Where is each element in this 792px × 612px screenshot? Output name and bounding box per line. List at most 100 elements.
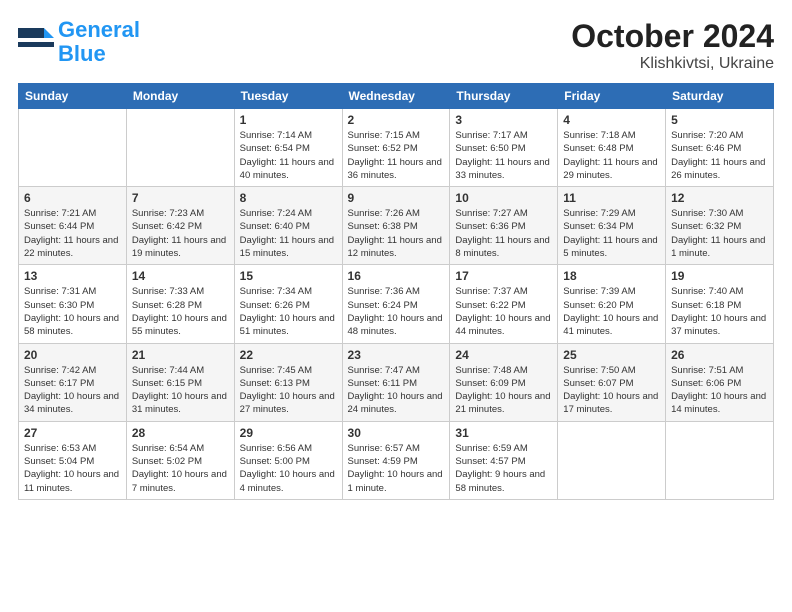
day-cell: 18Sunrise: 7:39 AMSunset: 6:20 PMDayligh… — [558, 265, 666, 343]
day-number: 1 — [240, 113, 337, 127]
day-info: Sunrise: 7:47 AMSunset: 6:11 PMDaylight:… — [348, 364, 445, 417]
day-number: 7 — [132, 191, 229, 205]
day-number: 12 — [671, 191, 768, 205]
month-title: October 2024 — [571, 18, 774, 55]
day-info: Sunrise: 7:17 AMSunset: 6:50 PMDaylight:… — [455, 129, 552, 182]
day-info: Sunrise: 7:42 AMSunset: 6:17 PMDaylight:… — [24, 364, 121, 417]
day-info: Sunrise: 7:39 AMSunset: 6:20 PMDaylight:… — [563, 285, 660, 338]
week-row-5: 27Sunrise: 6:53 AMSunset: 5:04 PMDayligh… — [19, 421, 774, 499]
week-row-1: 1Sunrise: 7:14 AMSunset: 6:54 PMDaylight… — [19, 109, 774, 187]
day-info: Sunrise: 7:21 AMSunset: 6:44 PMDaylight:… — [24, 207, 121, 260]
day-info: Sunrise: 7:23 AMSunset: 6:42 PMDaylight:… — [132, 207, 229, 260]
day-cell: 13 Sunrise: 7:31 AMSunset: 6:30 PMDayligh… — [19, 265, 127, 343]
day-cell: 10 Sunrise: 7:27 AMSunset: 6:36 PMDayligh… — [450, 187, 558, 265]
day-info: Sunrise: 7:29 AMSunset: 6:34 PMDaylight:… — [563, 207, 660, 260]
day-cell: 16 Sunrise: 7:36 AMSunset: 6:24 PMDayligh… — [342, 265, 450, 343]
weekday-tuesday: Tuesday — [234, 84, 342, 109]
day-number: 3 — [455, 113, 552, 127]
day-info: Sunrise: 7:30 AMSunset: 6:32 PMDaylight:… — [671, 207, 768, 260]
day-info: Sunrise: 7:44 AMSunset: 6:15 PMDaylight:… — [132, 364, 229, 417]
day-cell: 24 Sunrise: 7:48 AMSunset: 6:09 PMDayligh… — [450, 343, 558, 421]
day-cell: 5 Sunrise: 7:20 AMSunset: 6:46 PMDaylight… — [666, 109, 774, 187]
day-cell: 20 Sunrise: 7:42 AMSunset: 6:17 PMDayligh… — [19, 343, 127, 421]
day-info: Sunrise: 6:59 AMSunset: 4:57 PMDaylight:… — [455, 442, 552, 495]
weekday-wednesday: Wednesday — [342, 84, 450, 109]
weekday-header-row: SundayMondayTuesdayWednesdayThursdayFrid… — [19, 84, 774, 109]
day-info: Sunrise: 7:20 AMSunset: 6:46 PMDaylight:… — [671, 129, 768, 182]
day-info: Sunrise: 7:48 AMSunset: 6:09 PMDaylight:… — [455, 364, 552, 417]
day-info: Sunrise: 7:50 AMSunset: 6:07 PMDaylight:… — [563, 364, 660, 417]
day-info: Sunrise: 7:24 AMSunset: 6:40 PMDaylight:… — [240, 207, 337, 260]
day-cell — [126, 109, 234, 187]
day-number: 28 — [132, 426, 229, 440]
day-cell: 21 Sunrise: 7:44 AMSunset: 6:15 PMDayligh… — [126, 343, 234, 421]
day-cell: 1Sunrise: 7:14 AMSunset: 6:54 PMDaylight… — [234, 109, 342, 187]
day-number: 23 — [348, 348, 445, 362]
day-info: Sunrise: 7:18 AMSunset: 6:48 PMDaylight:… — [563, 129, 660, 182]
day-number: 16 — [348, 269, 445, 283]
day-number: 30 — [348, 426, 445, 440]
day-info: Sunrise: 6:56 AMSunset: 5:00 PMDaylight:… — [240, 442, 337, 495]
day-info: Sunrise: 7:37 AMSunset: 6:22 PMDaylight:… — [455, 285, 552, 338]
week-row-2: 6Sunrise: 7:21 AMSunset: 6:44 PMDaylight… — [19, 187, 774, 265]
day-cell: 11 Sunrise: 7:29 AMSunset: 6:34 PMDayligh… — [558, 187, 666, 265]
day-cell: 27Sunrise: 6:53 AMSunset: 5:04 PMDayligh… — [19, 421, 127, 499]
weekday-saturday: Saturday — [666, 84, 774, 109]
day-cell: 22Sunrise: 7:45 AMSunset: 6:13 PMDayligh… — [234, 343, 342, 421]
day-number: 21 — [132, 348, 229, 362]
day-info: Sunrise: 7:51 AMSunset: 6:06 PMDaylight:… — [671, 364, 768, 417]
day-number: 22 — [240, 348, 337, 362]
day-number: 10 — [455, 191, 552, 205]
day-cell: 28 Sunrise: 6:54 AMSunset: 5:02 PMDayligh… — [126, 421, 234, 499]
day-number: 15 — [240, 269, 337, 283]
day-cell: 29Sunrise: 6:56 AMSunset: 5:00 PMDayligh… — [234, 421, 342, 499]
logo: General Blue — [18, 18, 140, 66]
day-cell: 26 Sunrise: 7:51 AMSunset: 6:06 PMDayligh… — [666, 343, 774, 421]
day-cell: 2Sunrise: 7:15 AMSunset: 6:52 PMDaylight… — [342, 109, 450, 187]
weekday-sunday: Sunday — [19, 84, 127, 109]
day-cell: 6Sunrise: 7:21 AMSunset: 6:44 PMDaylight… — [19, 187, 127, 265]
day-cell — [19, 109, 127, 187]
day-number: 13 — [24, 269, 121, 283]
week-row-4: 20 Sunrise: 7:42 AMSunset: 6:17 PMDayligh… — [19, 343, 774, 421]
day-info: Sunrise: 7:33 AMSunset: 6:28 PMDaylight:… — [132, 285, 229, 338]
day-info: Sunrise: 7:31 AMSunset: 6:30 PMDaylight:… — [24, 285, 121, 338]
day-info: Sunrise: 7:15 AMSunset: 6:52 PMDaylight:… — [348, 129, 445, 182]
logo-general: General — [58, 17, 140, 42]
logo-blue-text: Blue — [58, 41, 106, 66]
day-info: Sunrise: 7:34 AMSunset: 6:26 PMDaylight:… — [240, 285, 337, 338]
logo-blue: Blue — [58, 42, 140, 66]
day-cell: 4 Sunrise: 7:18 AMSunset: 6:48 PMDaylight… — [558, 109, 666, 187]
day-number: 9 — [348, 191, 445, 205]
day-info: Sunrise: 7:40 AMSunset: 6:18 PMDaylight:… — [671, 285, 768, 338]
day-number: 11 — [563, 191, 660, 205]
calendar-table: SundayMondayTuesdayWednesdayThursdayFrid… — [18, 83, 774, 500]
day-cell: 17 Sunrise: 7:37 AMSunset: 6:22 PMDayligh… — [450, 265, 558, 343]
day-info: Sunrise: 6:53 AMSunset: 5:04 PMDaylight:… — [24, 442, 121, 495]
weekday-monday: Monday — [126, 84, 234, 109]
day-number: 24 — [455, 348, 552, 362]
day-cell — [558, 421, 666, 499]
day-info: Sunrise: 7:36 AMSunset: 6:24 PMDaylight:… — [348, 285, 445, 338]
logo-text: General — [58, 18, 140, 42]
weekday-friday: Friday — [558, 84, 666, 109]
day-cell: 14Sunrise: 7:33 AMSunset: 6:28 PMDayligh… — [126, 265, 234, 343]
header: General Blue October 2024 Klishkivtsi, U… — [18, 18, 774, 73]
day-info: Sunrise: 6:54 AMSunset: 5:02 PMDaylight:… — [132, 442, 229, 495]
day-info: Sunrise: 7:27 AMSunset: 6:36 PMDaylight:… — [455, 207, 552, 260]
day-cell: 23 Sunrise: 7:47 AMSunset: 6:11 PMDayligh… — [342, 343, 450, 421]
location: Klishkivtsi, Ukraine — [571, 55, 774, 73]
day-info: Sunrise: 7:26 AMSunset: 6:38 PMDaylight:… — [348, 207, 445, 260]
logo-icon — [18, 24, 54, 60]
day-number: 25 — [563, 348, 660, 362]
day-cell: 25 Sunrise: 7:50 AMSunset: 6:07 PMDayligh… — [558, 343, 666, 421]
day-cell: 9 Sunrise: 7:26 AMSunset: 6:38 PMDaylight… — [342, 187, 450, 265]
day-cell — [666, 421, 774, 499]
day-number: 20 — [24, 348, 121, 362]
day-cell: 31Sunrise: 6:59 AMSunset: 4:57 PMDayligh… — [450, 421, 558, 499]
day-number: 4 — [563, 113, 660, 127]
day-number: 17 — [455, 269, 552, 283]
day-number: 5 — [671, 113, 768, 127]
day-number: 26 — [671, 348, 768, 362]
week-row-3: 13 Sunrise: 7:31 AMSunset: 6:30 PMDayligh… — [19, 265, 774, 343]
